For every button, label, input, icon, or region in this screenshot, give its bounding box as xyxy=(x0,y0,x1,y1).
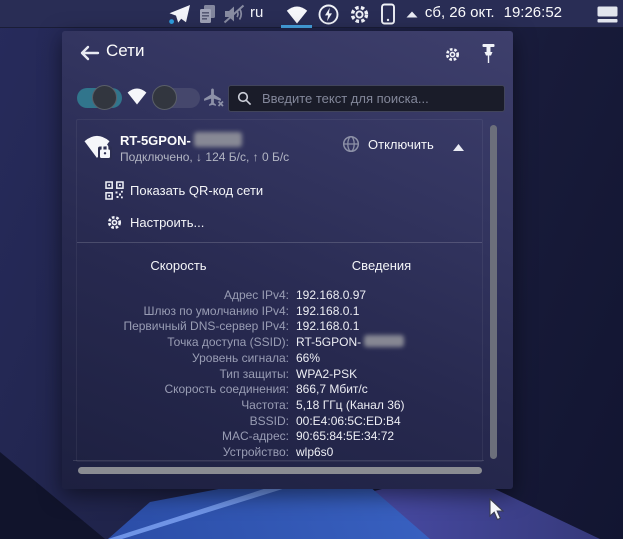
detail-value: WPA2-PSK xyxy=(296,366,358,381)
redacted-ssid-value xyxy=(364,335,405,348)
detail-value: 192.168.0.1 xyxy=(296,319,360,334)
search-input[interactable] xyxy=(260,90,496,107)
detail-row: MAC-адрес: 90:65:84:5E:34:72 xyxy=(77,429,469,445)
configure-button[interactable]: Настроить... xyxy=(130,215,204,230)
settings-icon[interactable] xyxy=(346,3,372,25)
redacted-ssid xyxy=(193,132,242,147)
detail-label: Шлюз по умолчанию IPv4: xyxy=(143,303,289,318)
detail-row: Адрес IPv4: 192.168.0.97 xyxy=(77,288,469,304)
network-ssid-prefix: RT-5GPON- xyxy=(120,133,191,148)
section-divider xyxy=(77,242,482,243)
show-panel-icon[interactable] xyxy=(595,3,619,25)
clock-time: 19:26:52 xyxy=(503,4,562,21)
detail-row: Частота: 5,18 ГГц (Канал 36) xyxy=(77,398,469,414)
detail-value: RT-5GPON- xyxy=(296,335,469,351)
wifi-locked-icon xyxy=(81,130,117,162)
audio-muted-icon[interactable] xyxy=(221,3,247,25)
telegram-icon[interactable] xyxy=(167,3,192,25)
phone-icon[interactable] xyxy=(377,3,399,25)
detail-row: Скорость соединения: 866,7 Мбит/с xyxy=(77,382,469,398)
digital-clock[interactable]: сб, 26 окт. 19:26:52 xyxy=(425,4,562,21)
detail-value: 192.168.0.1 xyxy=(296,303,360,318)
top-panel: ru сб, 26 окт. 19:26:52 xyxy=(0,0,623,28)
clock-date: сб, 26 окт. xyxy=(424,4,495,21)
detail-value: 192.168.0.97 xyxy=(296,288,367,302)
bottom-divider xyxy=(73,460,484,461)
active-applet-underline xyxy=(281,25,312,28)
tab-details[interactable]: Сведения xyxy=(280,252,483,278)
pin-icon[interactable] xyxy=(480,42,496,64)
detail-row: Первичный DNS-сервер IPv4: 192.168.0.1 xyxy=(77,319,469,335)
detail-value: 00:E4:06:5C:ED:B4 xyxy=(296,413,401,428)
show-qr-button[interactable]: Показать QR-код сети xyxy=(130,183,263,198)
collapse-arrow-icon[interactable] xyxy=(452,143,465,152)
wifi-icon[interactable] xyxy=(283,3,310,25)
network-ssid[interactable]: RT-5GPON- xyxy=(120,132,242,148)
popup-title: Сети xyxy=(106,41,145,60)
detail-row: Точка доступа (SSID): RT-5GPON- xyxy=(77,335,469,351)
detail-label: Скорость соединения: xyxy=(164,382,289,397)
detail-value: wlp6s0 xyxy=(296,445,334,460)
wifi-toggle-icon xyxy=(125,86,149,105)
detail-label: Первичный DNS-сервер IPv4: xyxy=(123,319,289,334)
back-button[interactable] xyxy=(77,43,101,63)
network-status: Подключено, ↓ 124 Б/с, ↑ 0 Б/с xyxy=(120,150,290,164)
detail-label: Устройство: xyxy=(222,445,289,460)
clipboard-icon[interactable] xyxy=(196,3,218,25)
power-profile-icon[interactable] xyxy=(315,3,341,25)
details-list: Адрес IPv4: 192.168.0.97 Шлюз по умолчан… xyxy=(77,288,469,461)
detail-label: Частота: xyxy=(241,397,289,412)
expand-tray-arrow-icon[interactable] xyxy=(403,3,421,25)
detail-label: Уровень сигнала: xyxy=(192,350,289,365)
detail-value: 66% xyxy=(296,350,321,365)
globe-icon xyxy=(342,135,360,153)
configure-popup-button[interactable] xyxy=(443,45,461,63)
detail-value: 5,18 ГГц (Канал 36) xyxy=(296,397,405,412)
keyboard-layout-indicator[interactable]: ru xyxy=(250,4,263,21)
search-icon xyxy=(237,91,252,106)
tab-speed[interactable]: Скорость xyxy=(77,252,280,278)
detail-label: Точка доступа (SSID): xyxy=(167,335,289,350)
detail-row: BSSID: 00:E4:06:5C:ED:B4 xyxy=(77,414,469,430)
mouse-cursor xyxy=(488,498,508,522)
vertical-scrollbar[interactable] xyxy=(490,125,497,459)
detail-label: MAC-адрес: xyxy=(221,429,289,444)
detail-value: 90:65:84:5E:34:72 xyxy=(296,429,395,444)
detail-row: Устройство: wlp6s0 xyxy=(77,445,469,461)
detail-value: 866,7 Мбит/с xyxy=(296,382,368,397)
search-box[interactable] xyxy=(228,85,505,112)
qr-code-icon xyxy=(105,181,124,200)
desktop: ru сб, 26 окт. 19:26:52 Сети Введите тек… xyxy=(0,0,623,539)
detail-label: Адрес IPv4: xyxy=(223,288,289,302)
detail-label: BSSID: xyxy=(249,413,289,428)
wifi-toggle-knob[interactable] xyxy=(92,85,117,110)
disconnect-label: Отключить xyxy=(368,136,434,152)
detail-row: Тип защиты: WPA2-PSK xyxy=(77,367,469,383)
disconnect-button[interactable]: Отключить xyxy=(342,135,434,153)
airplane-mode-off-icon xyxy=(202,87,225,108)
networks-popup: Сети RT-5GPON- Подключен xyxy=(62,31,513,489)
detail-label: Тип защиты: xyxy=(219,366,289,381)
detail-row: Уровень сигнала: 66% xyxy=(77,351,469,367)
configure-row-gear-icon xyxy=(106,214,123,231)
detail-row: Шлюз по умолчанию IPv4: 192.168.0.1 xyxy=(77,304,469,320)
horizontal-scrollbar[interactable] xyxy=(78,467,482,474)
airplane-toggle-knob[interactable] xyxy=(152,85,177,110)
